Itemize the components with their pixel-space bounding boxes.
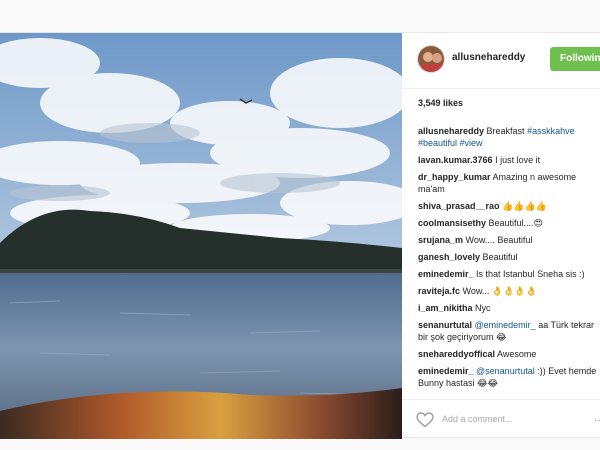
comment: lavan.kumar.3766 I just love it: [418, 154, 600, 166]
comment-text: 👍👍👍👍: [499, 201, 547, 211]
comment-username[interactable]: shiva_prasad__rao: [418, 201, 500, 211]
comment-mention[interactable]: @senanurtutal: [474, 366, 535, 376]
comment-text: Beautiful: [480, 252, 518, 262]
comment: ganesh_lovely Beautiful: [418, 251, 600, 263]
comment: eminedemir_ Is that Istanbul Sneha sis :…: [418, 268, 600, 280]
more-options-icon[interactable]: ...: [594, 410, 600, 424]
post-side-panel: allusnehareddy Following 3,549 likes 2 a…: [402, 33, 600, 439]
comment-text: Beautiful....😍: [486, 218, 543, 228]
comment-text: Awesome: [495, 349, 537, 359]
comment: srujana_m Wow.... Beautiful: [418, 234, 600, 246]
caption: allusnehareddy Breakfast #asskkahve #bea…: [418, 125, 600, 149]
comment: dr_happy_kumar Amazing n awesome ma'am: [418, 171, 600, 195]
comment-mention[interactable]: @eminedemir_: [472, 320, 536, 330]
likes-count[interactable]: 3,549 likes: [418, 98, 463, 108]
comment: raviteja.fc Wow... 👌👌👌👌: [418, 285, 600, 297]
comment: coolmansisethy Beautiful....😍: [418, 217, 600, 229]
header-username[interactable]: allusnehareddy: [452, 52, 525, 63]
heart-icon[interactable]: [416, 412, 434, 428]
comment-username[interactable]: srujana_m: [418, 235, 463, 245]
comment-username[interactable]: i_am_nikitha: [418, 303, 473, 313]
comment: eminedemir_ @senanurtutal :)) Evet hemde…: [418, 365, 600, 389]
comment: shiva_prasad__rao 👍👍👍👍: [418, 200, 600, 212]
comment-username[interactable]: senanurtutal: [418, 320, 472, 330]
comment-username[interactable]: ganesh_lovely: [418, 252, 480, 262]
add-comment-input[interactable]: Add a comment...: [442, 414, 513, 424]
comment-username[interactable]: dr_happy_kumar: [418, 172, 491, 182]
instagram-post: allusnehareddy Following 3,549 likes 2 a…: [0, 32, 600, 439]
comment: senanurtutal @eminedemir_ aa Türk tekrar…: [418, 319, 600, 343]
caption-text: Breakfast: [484, 126, 528, 136]
comment-username[interactable]: snehareddyoffical: [418, 349, 495, 359]
comment: i_am_nikitha Nyc: [418, 302, 600, 314]
comment: snehareddyoffical Awesome: [418, 348, 600, 360]
add-comment-bar: Add a comment... ...: [402, 399, 600, 439]
comment-text: Is that Istanbul Sneha sis :): [473, 269, 585, 279]
comment-username[interactable]: raviteja.fc: [418, 286, 460, 296]
comment-username[interactable]: eminedemir_: [418, 366, 474, 376]
comment-text: I just love it: [492, 155, 541, 165]
comment-text: Nyc: [472, 303, 491, 313]
comment-username[interactable]: coolmansisethy: [418, 218, 486, 228]
avatar[interactable]: [417, 45, 445, 73]
comment-username[interactable]: lavan.kumar.3766: [418, 155, 493, 165]
post-header: allusnehareddy Following: [402, 33, 600, 89]
comment-username[interactable]: eminedemir_: [418, 269, 474, 279]
comment-text: Wow.... Beautiful: [463, 235, 533, 245]
following-button[interactable]: Following: [550, 47, 600, 71]
comment-text: Wow... 👌👌👌👌: [460, 286, 537, 296]
caption-username[interactable]: allusnehareddy: [418, 126, 484, 136]
post-photo[interactable]: [0, 33, 402, 439]
comments-list: allusnehareddy Breakfast #asskkahve #bea…: [418, 125, 600, 394]
